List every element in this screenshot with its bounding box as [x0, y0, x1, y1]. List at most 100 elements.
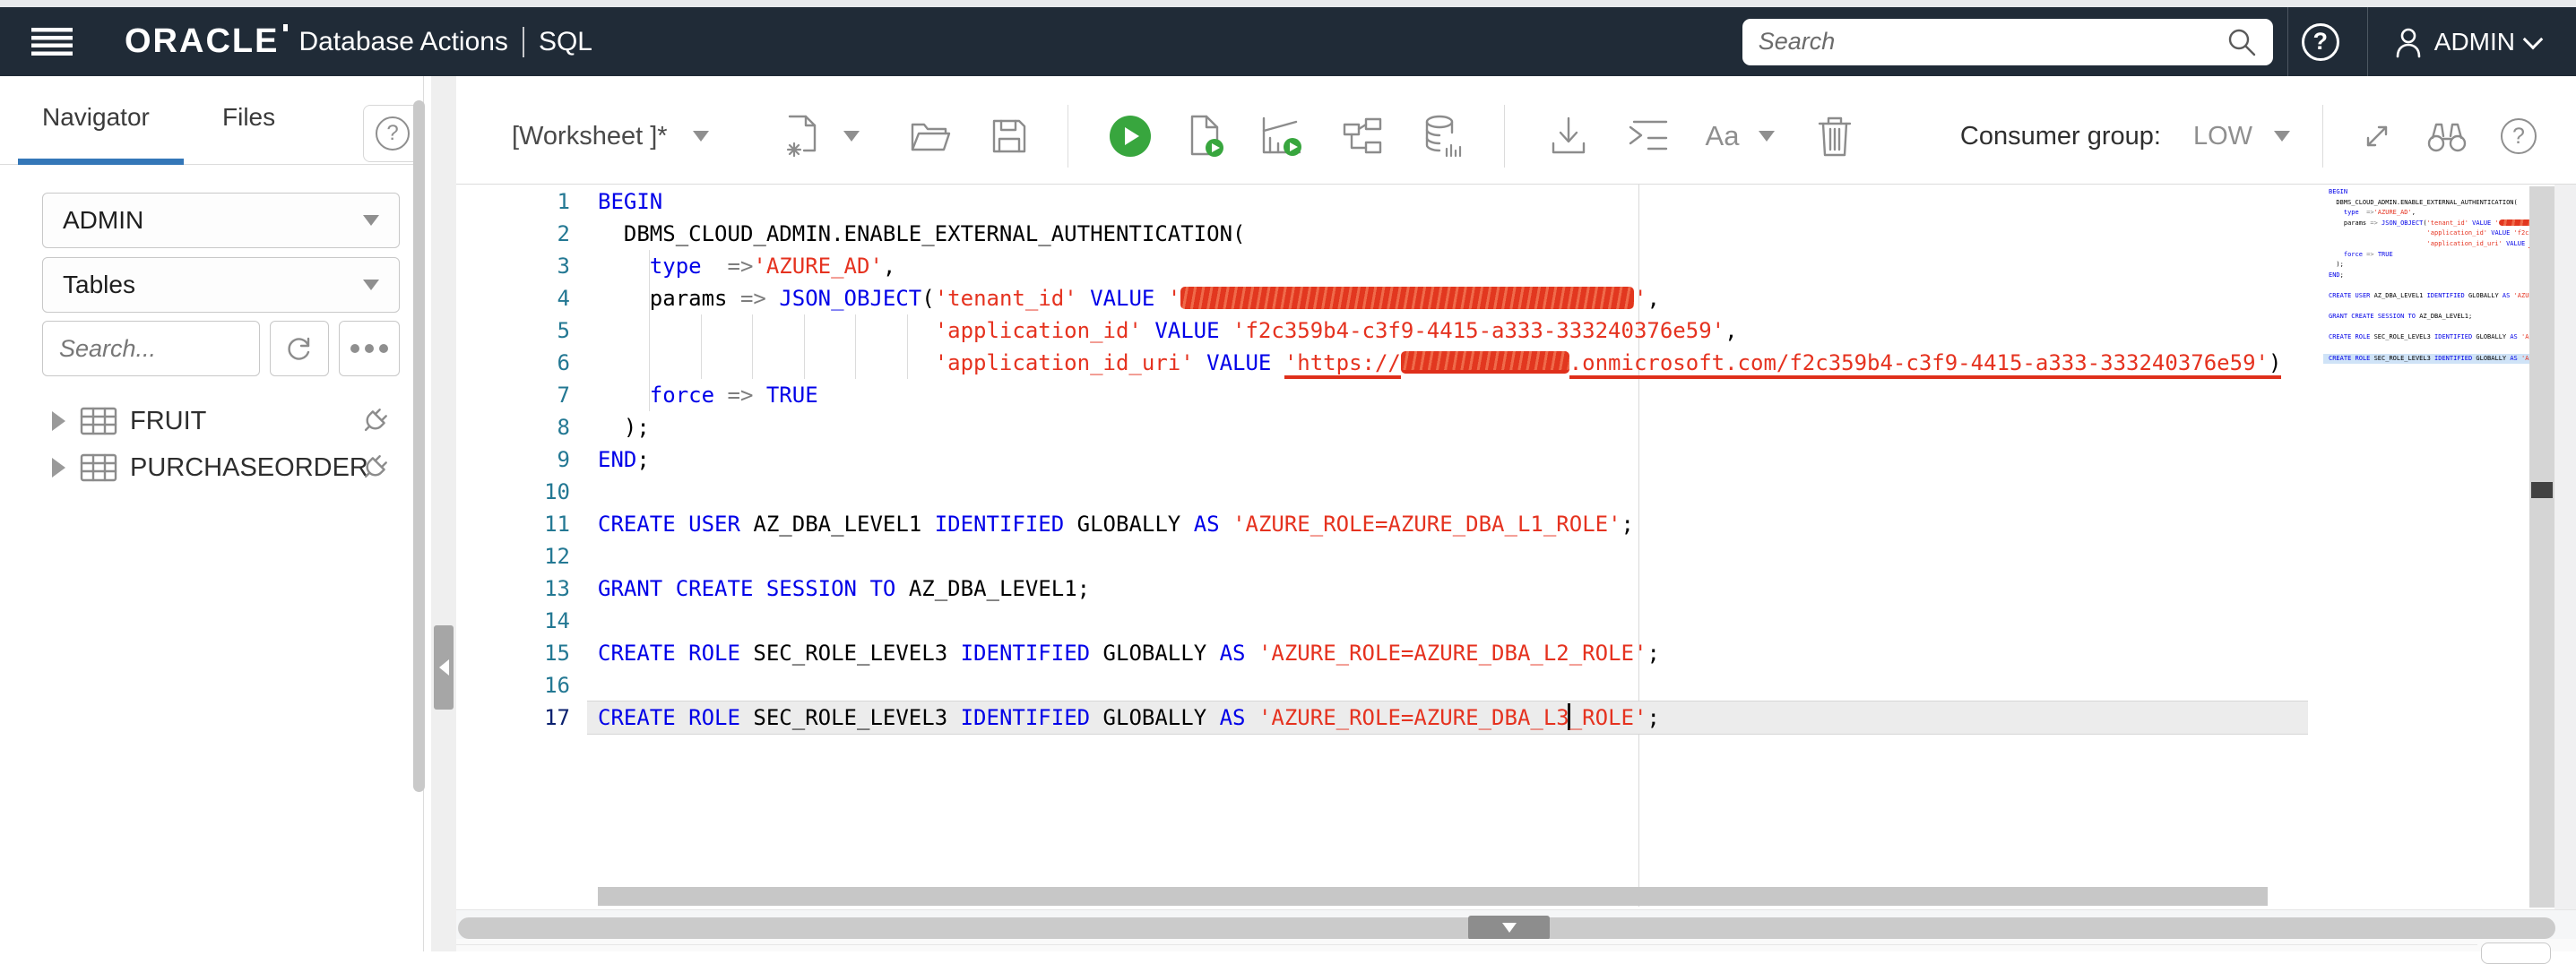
- header-search-input[interactable]: [1758, 28, 2226, 56]
- worksheet-help-button[interactable]: ?: [2501, 118, 2537, 154]
- expand-caret-icon[interactable]: [52, 458, 65, 478]
- minimap[interactable]: BEGIN DBMS_CLOUD_ADMIN.ENABLE_EXTERNAL_A…: [2323, 187, 2529, 904]
- vertical-scrollbar-thumb[interactable]: [2531, 482, 2553, 498]
- table-icon: [80, 453, 117, 482]
- tree-item-label: FRUIT: [130, 406, 207, 435]
- maximize-button[interactable]: [2361, 120, 2393, 152]
- hamburger-menu-button[interactable]: [31, 28, 73, 56]
- dbms-output-button[interactable]: [1423, 115, 1463, 158]
- find-button[interactable]: [2427, 119, 2467, 153]
- collapse-left-icon: [438, 659, 449, 676]
- code-content[interactable]: BEGIN DBMS_CLOUD_ADMIN.ENABLE_EXTERNAL_A…: [587, 185, 2308, 734]
- code-line[interactable]: BEGIN: [587, 185, 2308, 218]
- refresh-button[interactable]: [270, 321, 329, 376]
- clear-button[interactable]: [1818, 116, 1852, 157]
- tab-files[interactable]: Files: [222, 103, 275, 132]
- download-button[interactable]: [1550, 116, 1587, 156]
- code-line[interactable]: );: [587, 411, 2308, 443]
- schema-select-value: ADMIN: [63, 206, 144, 234]
- help-icon: ?: [2501, 118, 2537, 154]
- sidebar-scrollbar[interactable]: [413, 100, 425, 792]
- expand-arrows-icon: [2366, 125, 2388, 147]
- run-script-button[interactable]: [1187, 115, 1224, 158]
- corner-button[interactable]: [2481, 942, 2551, 964]
- line-number: 14: [544, 608, 570, 633]
- plug-icon: [364, 455, 387, 478]
- object-type-select[interactable]: Tables: [42, 257, 400, 313]
- oracle-logo: ORACLE: [125, 22, 289, 61]
- download-icon: [1552, 116, 1585, 154]
- sidebar: Navigator Files ? ADMIN Tables Search...…: [0, 76, 424, 951]
- code-line[interactable]: CREATE USER AZ_DBA_LEVEL1 IDENTIFIED GLO…: [587, 508, 2308, 540]
- consumer-group: Consumer group: LOW: [1960, 122, 2290, 151]
- tree-item-fruit[interactable]: FRUIT: [0, 400, 424, 442]
- format-button[interactable]: [1627, 118, 1668, 154]
- code-line[interactable]: [587, 476, 2308, 508]
- indent-list-icon: [1629, 120, 1667, 151]
- minimap-line: 'application_id' VALUE 'f2c359b4-c3f9-44…: [2426, 229, 2529, 237]
- line-number: 5: [557, 318, 570, 343]
- code-line[interactable]: [587, 605, 2308, 637]
- splitter-handle[interactable]: [1468, 916, 1550, 940]
- tab-navigator[interactable]: Navigator: [42, 103, 150, 132]
- line-number: 11: [544, 512, 570, 537]
- explain-plan-button[interactable]: [1343, 117, 1384, 155]
- results-panel-divider: [456, 944, 2477, 945]
- save-button[interactable]: [990, 117, 1028, 155]
- user-menu[interactable]: ADMIN: [2368, 7, 2576, 76]
- toolbar-separator: [2322, 105, 2323, 168]
- plug-icon: [364, 409, 387, 432]
- code-line[interactable]: END;: [587, 443, 2308, 476]
- help-icon: ?: [2301, 22, 2339, 61]
- code-line[interactable]: 'application_id' VALUE 'f2c359b4-c3f9-44…: [587, 314, 2308, 347]
- horizontal-scrollbar-thumb[interactable]: [598, 887, 2268, 906]
- redaction-scribble: [2498, 219, 2529, 226]
- header-help-button[interactable]: ?: [2288, 7, 2353, 76]
- code-line[interactable]: CREATE ROLE SEC_ROLE_LEVEL3 IDENTIFIED G…: [587, 701, 2308, 734]
- run-button[interactable]: [1109, 116, 1151, 157]
- app-header: ORACLE Database Actions SQL ? ADMIN: [0, 7, 2576, 76]
- code-line[interactable]: [587, 540, 2308, 572]
- autotrace-button[interactable]: [1260, 115, 1303, 158]
- tree-search-input[interactable]: [42, 321, 260, 376]
- table-icon: [80, 407, 117, 435]
- code-editor[interactable]: 1 2 3 4 5 6 7 8 9 10 11 12 13 14 15 16 17 BEGIN DBMS_CLO…: [456, 185, 2576, 909]
- code-line[interactable]: CREATE ROLE SEC_ROLE_LEVEL3 IDENTIFIED G…: [587, 637, 2308, 669]
- ellipsis-icon: [350, 344, 388, 353]
- header-search-box[interactable]: [1742, 18, 2273, 65]
- code-line[interactable]: force => TRUE: [587, 379, 2308, 411]
- open-file-button[interactable]: [910, 119, 951, 153]
- text-size-icon: Aa: [1705, 120, 1740, 151]
- chevron-down-icon: [1759, 131, 1776, 142]
- worksheet-toolbar: [Worksheet ]* Aa Consumer group: LOW ?: [456, 76, 2576, 185]
- chevron-down-icon: [363, 215, 379, 226]
- minimap-line: CREATE ROLE SEC_ROLE_LEVEL3 IDENTIFIED G…: [2329, 333, 2529, 341]
- minimap-line: 'application_id_uri' VALUE 'https://.onm…: [2323, 239, 2529, 250]
- code-line[interactable]: 'application_id_uri' VALUE 'https://.onm…: [587, 347, 2308, 379]
- worksheet-selector[interactable]: [Worksheet ]*: [512, 122, 709, 151]
- line-number: 16: [544, 673, 570, 698]
- sidebar-collapse-handle[interactable]: [434, 625, 454, 710]
- chevron-down-icon: [843, 131, 860, 142]
- line-number: 15: [544, 641, 570, 666]
- sidebar-splitter[interactable]: [431, 76, 456, 951]
- chevron-down-icon[interactable]: [2274, 131, 2290, 142]
- tree-item-purchaseorder[interactable]: PURCHASEORDER: [0, 447, 424, 488]
- line-number: 1: [557, 189, 570, 214]
- expand-caret-icon[interactable]: [52, 411, 65, 431]
- code-line[interactable]: type =>'AZURE_AD',: [587, 250, 2308, 282]
- toolbar-separator: [1503, 105, 1505, 168]
- code-line[interactable]: DBMS_CLOUD_ADMIN.ENABLE_EXTERNAL_AUTHENT…: [587, 218, 2308, 250]
- code-line[interactable]: params => JSON_OBJECT('tenant_id' VALUE …: [587, 282, 2308, 314]
- more-options-button[interactable]: [339, 321, 400, 376]
- minimap-line: END;: [2329, 271, 2344, 279]
- schema-select[interactable]: ADMIN: [42, 193, 400, 248]
- code-line[interactable]: GRANT CREATE SESSION TO AZ_DBA_LEVEL1;: [587, 572, 2308, 605]
- vertical-scrollbar[interactable]: [2529, 186, 2554, 908]
- results-splitter[interactable]: [456, 909, 2576, 940]
- consumer-group-value[interactable]: LOW: [2193, 122, 2252, 151]
- new-worksheet-button[interactable]: [784, 115, 860, 158]
- minimap-line: type =>'AZURE_AD',: [2343, 209, 2416, 217]
- text-size-selector[interactable]: Aa: [1706, 120, 1776, 152]
- code-line[interactable]: [587, 669, 2308, 701]
